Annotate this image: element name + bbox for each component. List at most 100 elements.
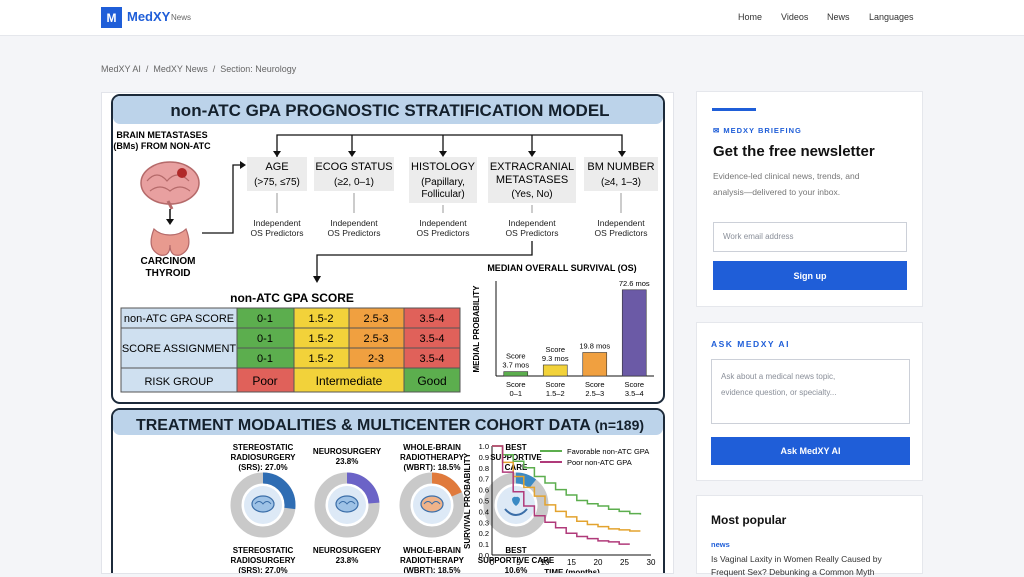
y-tick-label: 0.1: [479, 540, 489, 549]
predictor-values: (Yes, No): [511, 189, 552, 200]
predictor-note: OS Predictors: [328, 228, 381, 238]
donut-top-label: RADIOTHERAPY: [400, 453, 465, 462]
x-axis-label: TIME (months): [544, 568, 600, 574]
bar-data-label: 3.7 mos: [502, 361, 529, 370]
row-label: SCORE ASSIGNMENT: [122, 343, 237, 355]
bar: [503, 371, 529, 377]
x-tick-label: 1.5–2: [546, 389, 565, 398]
logo-text[interactable]: MedXY: [127, 9, 170, 24]
panel-title-2-n: (n=189): [595, 417, 644, 433]
newsletter-desc: Evidence-led clinical news, trends, and: [713, 171, 860, 181]
score-cell: 1.5-2: [308, 313, 333, 325]
y-tick-label: 0.9: [479, 453, 489, 462]
score-cell: 1.5-2: [308, 333, 333, 345]
donut-bottom-label: BEST: [505, 546, 526, 555]
legend-label: Poor non-ATC GPA: [567, 458, 632, 467]
most-popular-title: Most popular: [711, 513, 787, 527]
x-tick-label: 0: [490, 558, 495, 567]
donut-top-label: (WBRT): 18.5%: [404, 463, 461, 472]
ask-medxy-button[interactable]: Ask MedXY AI: [711, 437, 910, 465]
mail-icon: ✉: [713, 126, 721, 135]
x-tick-label: 15: [567, 558, 576, 567]
donut-bottom-label: (SRS): 27.0%: [238, 566, 287, 574]
predictor-values: (>75, ≤75): [254, 177, 300, 188]
breadcrumb-section[interactable]: Section: Neurology: [220, 64, 296, 74]
email-field[interactable]: Work email address: [713, 222, 907, 252]
ask-placeholder-line: Ask about a medical news topic,: [721, 372, 836, 381]
donut-bottom-label: RADIOSURGERY: [230, 556, 296, 565]
score-cell: 0-1: [257, 333, 273, 345]
risk-cell: Good: [417, 374, 446, 388]
nav-videos[interactable]: Videos: [781, 12, 808, 22]
breadcrumb-separator: /: [145, 64, 149, 74]
donut-bottom-label: (WBRT): 18.5%: [404, 566, 461, 574]
source-label: (BMs) FROM NON-ATC: [113, 141, 211, 151]
score-cell: 2.5-3: [363, 333, 388, 345]
legend-label: Favorable non-ATC GPA: [567, 447, 649, 456]
nav-languages[interactable]: Languages: [869, 12, 914, 22]
predictor-note: OS Predictors: [595, 228, 648, 238]
donut-top-label: NEUROSURGERY: [313, 447, 382, 456]
popular-headline-link[interactable]: Frequent Sex? Debunking a Common Myth: [711, 567, 874, 577]
bar-data-label: 9.3 mos: [542, 354, 569, 363]
predictor-note: Independent: [508, 218, 556, 228]
source-label: BRAIN METASTASES: [116, 130, 207, 140]
newsletter-kicker: ✉ MEDXY BRIEFING: [713, 126, 802, 135]
predictor-values-line2: Follicular): [421, 189, 464, 200]
predictor-note: Independent: [597, 218, 645, 228]
predictor-note: Independent: [253, 218, 301, 228]
x-tick-label: 0–1: [509, 389, 522, 398]
top-navigation-bar: M MedXY News Home Videos News Languages: [0, 0, 1024, 36]
treatment-donut: STEREOSTATICRADIOSURGERY(SRS): 27.0%STER…: [230, 443, 296, 574]
donut-bottom-label: 23.8%: [336, 556, 359, 565]
x-tick-label: 30: [647, 558, 656, 567]
score-cell: 3.5-4: [419, 313, 444, 325]
infographic-svg: non-ATC GPA PROGNOSTIC STRATIFICATION MO…: [111, 94, 665, 574]
x-tick-label: 25: [620, 558, 629, 567]
ask-placeholder-line: evidence question, or specialty...: [721, 388, 837, 397]
breadcrumb: MedXY AI / MedXY News / Section: Neurolo…: [101, 64, 296, 74]
x-tick-label: Score: [624, 380, 644, 389]
newsletter-desc: analysis—delivered to your inbox.: [713, 187, 841, 197]
predictor-note: OS Predictors: [251, 228, 304, 238]
donut-top-label: STEREOSTATIC: [233, 443, 294, 452]
ask-ai-card: ASK MEDXY AI Ask about a medical news to…: [696, 322, 923, 481]
x-tick-label: 10: [541, 558, 550, 567]
score-cell: 2-3: [368, 353, 384, 365]
donut-bottom-label: NEUROSURGERY: [313, 546, 382, 555]
predictor-values: (≥2, 0–1): [334, 177, 374, 188]
donut-top-label: BEST: [505, 443, 526, 452]
y-axis-label: SURVIVAL PROBABILITY: [463, 452, 472, 549]
breadcrumb-medxy-news[interactable]: MedXY News: [153, 64, 207, 74]
score-cell: 2.5-3: [363, 313, 388, 325]
predictor-age: AGE (>75, ≤75): [247, 157, 307, 191]
y-tick-label: 0.6: [479, 486, 489, 495]
score-cell: 3.5-4: [419, 333, 444, 345]
category-tag[interactable]: news: [711, 540, 730, 549]
donut-top-label: WHOLE-BRAIN: [403, 443, 461, 452]
breadcrumb-separator: /: [212, 64, 216, 74]
nav-news[interactable]: News: [827, 12, 850, 22]
newsletter-title: Get the free newsletter: [713, 143, 875, 160]
predictor-note: Independent: [419, 218, 467, 228]
donut-top-label: (SRS): 27.0%: [238, 463, 287, 472]
sign-up-button[interactable]: Sign up: [713, 261, 907, 290]
predictor-values-line1: (Papillary,: [421, 177, 465, 188]
x-tick-label: Score: [545, 380, 565, 389]
y-tick-label: 0.0: [479, 551, 489, 560]
newsletter-card: ✉ MEDXY BRIEFING Get the free newsletter…: [696, 91, 923, 307]
bar: [621, 289, 647, 377]
nav-home[interactable]: Home: [738, 12, 762, 22]
breadcrumb-medxy-ai[interactable]: MedXY AI: [101, 64, 141, 74]
y-axis-label: MEDIAL PROBABILITY: [472, 285, 481, 373]
logo-mark[interactable]: M: [101, 7, 122, 28]
x-tick-label: 5: [516, 558, 521, 567]
bar-data-label: Score: [506, 352, 526, 361]
predictor-name: METASTASES: [496, 174, 568, 186]
predictor-name: ECOG STATUS: [315, 161, 392, 173]
ask-question-textarea[interactable]: Ask about a medical news topic, evidence…: [711, 359, 910, 424]
popular-headline-link[interactable]: Is Vaginal Laxity in Women Really Caused…: [711, 554, 882, 564]
logo-subtitle: News: [171, 13, 192, 22]
bar-data-label: Score: [545, 345, 565, 354]
article-infographic: non-ATC GPA PROGNOSTIC STRATIFICATION MO…: [101, 92, 674, 574]
